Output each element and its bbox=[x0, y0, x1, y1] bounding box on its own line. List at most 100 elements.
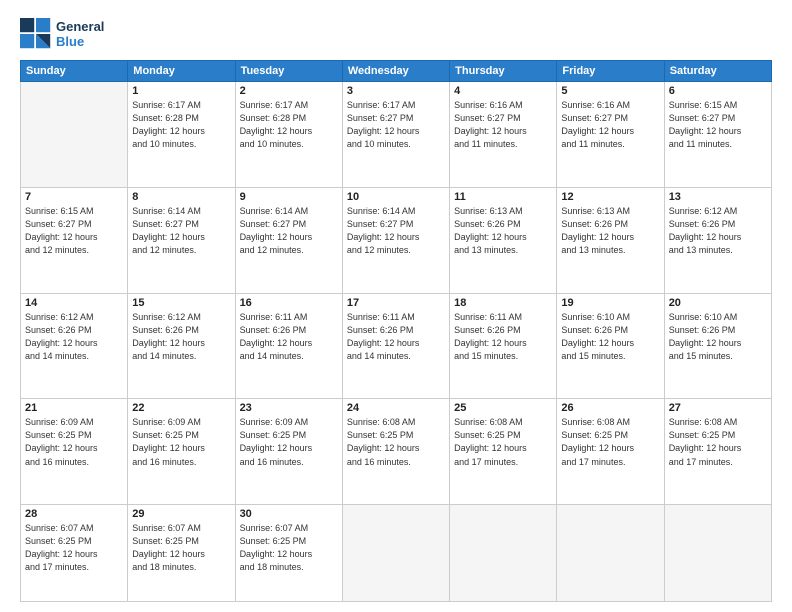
day-number: 30 bbox=[240, 508, 338, 520]
weekday-header-saturday: Saturday bbox=[664, 61, 771, 82]
day-info: Sunrise: 6:08 AM Sunset: 6:25 PM Dayligh… bbox=[454, 416, 552, 468]
day-number: 12 bbox=[561, 191, 659, 203]
day-number: 23 bbox=[240, 402, 338, 414]
day-info: Sunrise: 6:12 AM Sunset: 6:26 PM Dayligh… bbox=[132, 311, 230, 363]
logo-icon bbox=[20, 18, 52, 50]
calendar-cell: 19 Sunrise: 6:10 AM Sunset: 6:26 PM Dayli… bbox=[557, 293, 664, 399]
logo: General Blue bbox=[20, 18, 104, 50]
week-row-5: 28 Sunrise: 6:07 AM Sunset: 6:25 PM Dayli… bbox=[21, 505, 772, 602]
day-info: Sunrise: 6:07 AM Sunset: 6:25 PM Dayligh… bbox=[240, 522, 338, 574]
day-info: Sunrise: 6:15 AM Sunset: 6:27 PM Dayligh… bbox=[25, 205, 123, 257]
day-info: Sunrise: 6:09 AM Sunset: 6:25 PM Dayligh… bbox=[25, 416, 123, 468]
calendar-cell: 10 Sunrise: 6:14 AM Sunset: 6:27 PM Dayli… bbox=[342, 187, 449, 293]
day-info: Sunrise: 6:11 AM Sunset: 6:26 PM Dayligh… bbox=[454, 311, 552, 363]
day-number: 14 bbox=[25, 297, 123, 309]
header: General Blue bbox=[20, 18, 772, 50]
day-info: Sunrise: 6:12 AM Sunset: 6:26 PM Dayligh… bbox=[669, 205, 767, 257]
calendar-cell: 1 Sunrise: 6:17 AM Sunset: 6:28 PM Daylig… bbox=[128, 82, 235, 188]
calendar-cell: 9 Sunrise: 6:14 AM Sunset: 6:27 PM Daylig… bbox=[235, 187, 342, 293]
day-number: 21 bbox=[25, 402, 123, 414]
weekday-header-monday: Monday bbox=[128, 61, 235, 82]
weekday-header-friday: Friday bbox=[557, 61, 664, 82]
day-number: 18 bbox=[454, 297, 552, 309]
day-number: 16 bbox=[240, 297, 338, 309]
week-row-1: 1 Sunrise: 6:17 AM Sunset: 6:28 PM Daylig… bbox=[21, 82, 772, 188]
day-info: Sunrise: 6:11 AM Sunset: 6:26 PM Dayligh… bbox=[240, 311, 338, 363]
calendar-cell: 13 Sunrise: 6:12 AM Sunset: 6:26 PM Dayli… bbox=[664, 187, 771, 293]
calendar-cell: 12 Sunrise: 6:13 AM Sunset: 6:26 PM Dayli… bbox=[557, 187, 664, 293]
day-info: Sunrise: 6:16 AM Sunset: 6:27 PM Dayligh… bbox=[561, 99, 659, 151]
day-number: 20 bbox=[669, 297, 767, 309]
day-info: Sunrise: 6:17 AM Sunset: 6:27 PM Dayligh… bbox=[347, 99, 445, 151]
weekday-header-row: SundayMondayTuesdayWednesdayThursdayFrid… bbox=[21, 61, 772, 82]
day-number: 26 bbox=[561, 402, 659, 414]
day-number: 8 bbox=[132, 191, 230, 203]
day-info: Sunrise: 6:07 AM Sunset: 6:25 PM Dayligh… bbox=[25, 522, 123, 574]
calendar-cell: 18 Sunrise: 6:11 AM Sunset: 6:26 PM Dayli… bbox=[450, 293, 557, 399]
day-number: 15 bbox=[132, 297, 230, 309]
day-info: Sunrise: 6:08 AM Sunset: 6:25 PM Dayligh… bbox=[669, 416, 767, 468]
day-info: Sunrise: 6:08 AM Sunset: 6:25 PM Dayligh… bbox=[347, 416, 445, 468]
day-info: Sunrise: 6:07 AM Sunset: 6:25 PM Dayligh… bbox=[132, 522, 230, 574]
day-info: Sunrise: 6:10 AM Sunset: 6:26 PM Dayligh… bbox=[561, 311, 659, 363]
day-number: 1 bbox=[132, 85, 230, 97]
week-row-4: 21 Sunrise: 6:09 AM Sunset: 6:25 PM Dayli… bbox=[21, 399, 772, 505]
day-info: Sunrise: 6:13 AM Sunset: 6:26 PM Dayligh… bbox=[561, 205, 659, 257]
day-number: 29 bbox=[132, 508, 230, 520]
weekday-header-tuesday: Tuesday bbox=[235, 61, 342, 82]
day-info: Sunrise: 6:12 AM Sunset: 6:26 PM Dayligh… bbox=[25, 311, 123, 363]
day-info: Sunrise: 6:10 AM Sunset: 6:26 PM Dayligh… bbox=[669, 311, 767, 363]
calendar-cell: 21 Sunrise: 6:09 AM Sunset: 6:25 PM Dayli… bbox=[21, 399, 128, 505]
day-number: 3 bbox=[347, 85, 445, 97]
day-number: 6 bbox=[669, 85, 767, 97]
day-number: 9 bbox=[240, 191, 338, 203]
calendar-cell: 24 Sunrise: 6:08 AM Sunset: 6:25 PM Dayli… bbox=[342, 399, 449, 505]
day-number: 7 bbox=[25, 191, 123, 203]
day-number: 13 bbox=[669, 191, 767, 203]
calendar-cell bbox=[21, 82, 128, 188]
day-number: 10 bbox=[347, 191, 445, 203]
week-row-2: 7 Sunrise: 6:15 AM Sunset: 6:27 PM Daylig… bbox=[21, 187, 772, 293]
calendar-cell: 8 Sunrise: 6:14 AM Sunset: 6:27 PM Daylig… bbox=[128, 187, 235, 293]
day-info: Sunrise: 6:11 AM Sunset: 6:26 PM Dayligh… bbox=[347, 311, 445, 363]
calendar-cell: 5Sunrise: 6:16 AM Sunset: 6:27 PM Daylig… bbox=[557, 82, 664, 188]
calendar-cell: 6 Sunrise: 6:15 AM Sunset: 6:27 PM Daylig… bbox=[664, 82, 771, 188]
day-info: Sunrise: 6:14 AM Sunset: 6:27 PM Dayligh… bbox=[347, 205, 445, 257]
day-number: 22 bbox=[132, 402, 230, 414]
day-info: Sunrise: 6:15 AM Sunset: 6:27 PM Dayligh… bbox=[669, 99, 767, 151]
day-number: 24 bbox=[347, 402, 445, 414]
calendar-cell bbox=[450, 505, 557, 602]
day-info: Sunrise: 6:14 AM Sunset: 6:27 PM Dayligh… bbox=[132, 205, 230, 257]
day-number: 25 bbox=[454, 402, 552, 414]
calendar-cell bbox=[557, 505, 664, 602]
day-number: 19 bbox=[561, 297, 659, 309]
week-row-3: 14 Sunrise: 6:12 AM Sunset: 6:26 PM Dayli… bbox=[21, 293, 772, 399]
day-number: 4 bbox=[454, 85, 552, 97]
calendar-cell bbox=[342, 505, 449, 602]
calendar-cell: 30 Sunrise: 6:07 AM Sunset: 6:25 PM Dayli… bbox=[235, 505, 342, 602]
calendar-cell: 7 Sunrise: 6:15 AM Sunset: 6:27 PM Daylig… bbox=[21, 187, 128, 293]
calendar-cell: 16 Sunrise: 6:11 AM Sunset: 6:26 PM Dayli… bbox=[235, 293, 342, 399]
calendar-cell: 29 Sunrise: 6:07 AM Sunset: 6:25 PM Dayli… bbox=[128, 505, 235, 602]
day-number: 28 bbox=[25, 508, 123, 520]
calendar-cell: 27 Sunrise: 6:08 AM Sunset: 6:25 PM Dayli… bbox=[664, 399, 771, 505]
day-info: Sunrise: 6:17 AM Sunset: 6:28 PM Dayligh… bbox=[132, 99, 230, 151]
page: General Blue SundayMondayTuesdayWednesda… bbox=[0, 0, 792, 612]
calendar-cell: 25 Sunrise: 6:08 AM Sunset: 6:25 PM Dayli… bbox=[450, 399, 557, 505]
calendar-table: SundayMondayTuesdayWednesdayThursdayFrid… bbox=[20, 60, 772, 602]
day-info: Sunrise: 6:16 AM Sunset: 6:27 PM Dayligh… bbox=[454, 99, 552, 151]
calendar-cell: 14 Sunrise: 6:12 AM Sunset: 6:26 PM Dayli… bbox=[21, 293, 128, 399]
day-number: 27 bbox=[669, 402, 767, 414]
day-number: 2 bbox=[240, 85, 338, 97]
day-info: Sunrise: 6:08 AM Sunset: 6:25 PM Dayligh… bbox=[561, 416, 659, 468]
calendar-cell: 15 Sunrise: 6:12 AM Sunset: 6:26 PM Dayli… bbox=[128, 293, 235, 399]
calendar-cell: 17Sunrise: 6:11 AM Sunset: 6:26 PM Dayli… bbox=[342, 293, 449, 399]
day-info: Sunrise: 6:13 AM Sunset: 6:26 PM Dayligh… bbox=[454, 205, 552, 257]
day-info: Sunrise: 6:14 AM Sunset: 6:27 PM Dayligh… bbox=[240, 205, 338, 257]
calendar-cell: 4 Sunrise: 6:16 AM Sunset: 6:27 PM Daylig… bbox=[450, 82, 557, 188]
calendar-cell: 20 Sunrise: 6:10 AM Sunset: 6:26 PM Dayli… bbox=[664, 293, 771, 399]
day-info: Sunrise: 6:17 AM Sunset: 6:28 PM Dayligh… bbox=[240, 99, 338, 151]
calendar-cell: 3 Sunrise: 6:17 AM Sunset: 6:27 PM Daylig… bbox=[342, 82, 449, 188]
day-info: Sunrise: 6:09 AM Sunset: 6:25 PM Dayligh… bbox=[132, 416, 230, 468]
calendar-cell: 28 Sunrise: 6:07 AM Sunset: 6:25 PM Dayli… bbox=[21, 505, 128, 602]
